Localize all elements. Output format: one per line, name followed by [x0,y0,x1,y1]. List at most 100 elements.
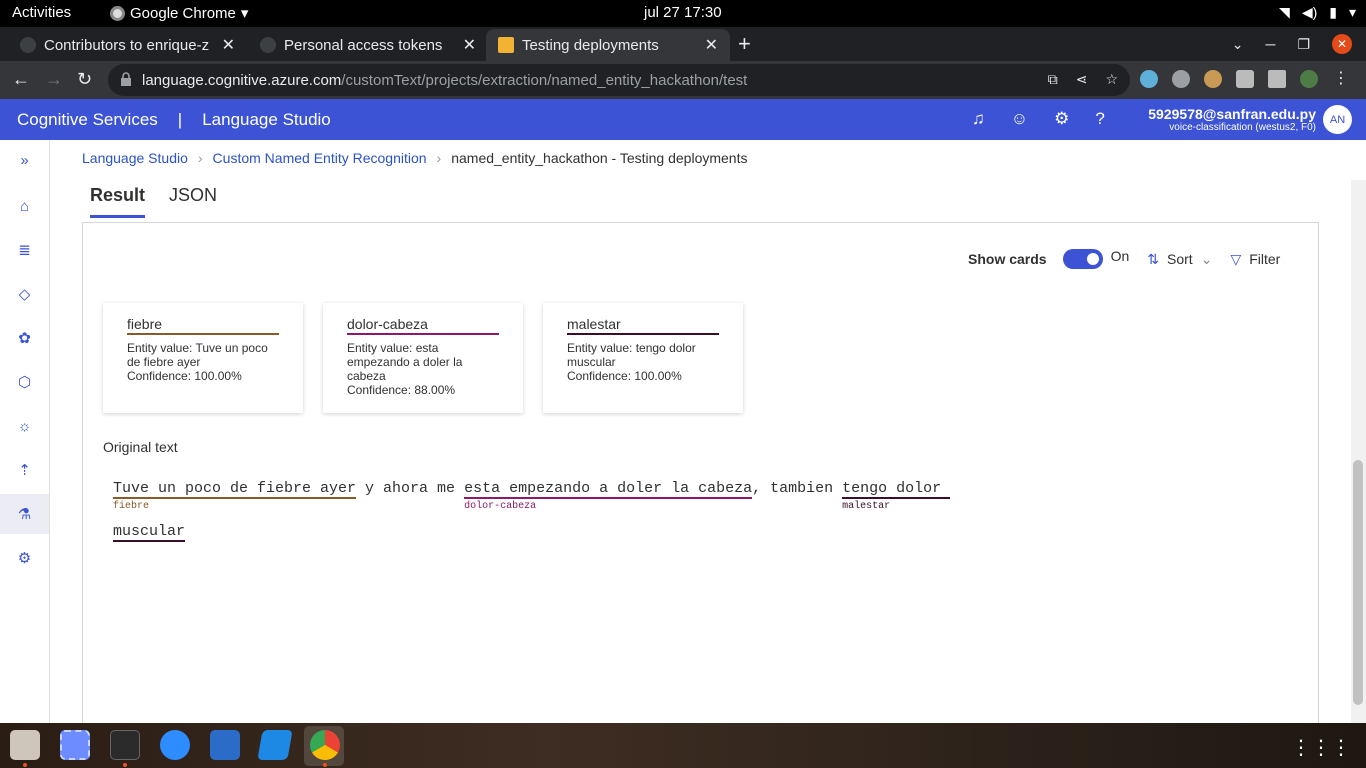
deploy-icon[interactable]: ⇡ [0,450,49,490]
gear-icon[interactable]: ⚙ [1054,109,1069,129]
activities-button[interactable]: Activities [12,4,71,21]
account-email: 5929578@sanfran.edu.py [1148,106,1316,122]
cat-extension-icon[interactable] [1172,70,1190,88]
test-flask-icon[interactable]: ⚗ [0,494,49,534]
entity-span[interactable]: esta empezando a doler la cabeza dolor-ca… [464,480,753,512]
close-icon[interactable]: ✕ [222,35,235,55]
address-bar[interactable]: language.cognitive.azure.com/customText/… [108,64,1130,96]
tab-json[interactable]: JSON [169,185,217,218]
url-text: language.cognitive.azure.com/customText/… [142,72,748,89]
system-tray[interactable]: ◥ ◀) ▮ ▾ [1279,4,1356,21]
entity-span[interactable]: Tuve un poco de fiebre ayer fiebre [113,480,357,512]
clock[interactable]: jul 27 17:30 [644,4,722,21]
smiley-feedback-icon[interactable]: ☺ [1011,109,1028,129]
share-icon[interactable]: ⋖ [1076,71,1088,88]
new-tab-button[interactable]: + [738,31,751,57]
show-cards-toggle[interactable] [1062,249,1103,269]
plain-text: y ahora me [356,480,465,497]
home-icon[interactable]: ⌂ [0,186,49,226]
chrome-menu-icon[interactable]: ⋮ [1332,70,1350,88]
model-cube-icon[interactable]: ⬡ [0,362,49,402]
chrome-icon[interactable] [310,730,340,760]
account-info[interactable]: 5929578@sanfran.edu.py voice-classificat… [1148,106,1316,133]
language-studio-link[interactable]: Language Studio [202,110,331,130]
cognitive-services-link[interactable]: Cognitive Services [17,110,158,130]
wifi-icon: ◥ [1279,4,1290,20]
bookmark-star-icon[interactable]: ☆ [1105,71,1118,88]
app-grid-icon[interactable]: ⋮⋮⋮ [1291,735,1351,760]
maximize-button[interactable]: ❐ [1297,36,1310,53]
app-menu-label: Google Chrome [130,4,236,22]
show-cards-label: Show cards [968,251,1047,267]
chevron-right-icon: › [197,150,203,166]
entity-card: dolor-cabeza Entity value: esta empezand… [323,303,523,413]
settings-icon[interactable]: ⚙ [0,538,49,578]
extensions: ⋮ [1140,70,1350,88]
data-labeling-icon[interactable]: ≣ [0,230,49,270]
reload-button[interactable]: ↻ [77,69,92,90]
volume-icon: ◀) [1301,4,1318,20]
tab-search-icon[interactable]: ⌄ [1232,36,1244,53]
chrome-icon [110,5,125,21]
tab-strip: Contributors to enrique-z ✕ Personal acc… [0,27,1366,61]
entity-confidence: Confidence: 100.00% [127,369,242,383]
translate-icon[interactable]: ⧉ [1048,71,1058,88]
files-icon[interactable] [10,730,40,760]
entity-card: fiebre Entity value: Tuve un poco de fie… [103,303,303,413]
sort-label: Sort [1167,251,1193,267]
page-scrollbar[interactable] [1351,180,1366,723]
screenshot-icon[interactable] [60,730,90,760]
zoom-icon[interactable] [160,730,190,760]
tab-access-tokens[interactable]: Personal access tokens ✕ [240,29,488,61]
profile-avatar-icon[interactable] [1300,70,1318,88]
side-panel-icon[interactable] [1268,70,1286,88]
tab-contributors[interactable]: Contributors to enrique-z ✕ [0,29,247,61]
lock-icon [121,72,131,86]
bell-icon[interactable]: ♫ [972,109,985,129]
account-resource: voice-classification (westus2, F0) [1169,122,1316,133]
face-extension-icon[interactable] [1204,70,1222,88]
react-devtools-icon[interactable] [1140,70,1158,88]
app-menu[interactable]: Google Chrome ▾ [110,4,248,22]
tag-icon[interactable]: ◇ [0,274,49,314]
help-icon[interactable]: ? [1095,109,1104,129]
entity-card: malestar Entity value: tengo dolor muscu… [543,303,743,413]
minimize-button[interactable]: ─ [1266,36,1276,52]
tab-testing-deployments[interactable]: Testing deployments ✕ [486,29,730,61]
breadcrumb-language-studio[interactable]: Language Studio [82,150,188,166]
breadcrumb-custom-ner[interactable]: Custom Named Entity Recognition [213,150,427,166]
system-top-bar: Activities Google Chrome ▾ jul 27 17:30 … [0,0,1366,27]
close-icon[interactable]: ✕ [705,35,718,55]
entity-span[interactable]: muscular [113,523,186,542]
sort-button[interactable]: ⇅ Sort ⌄ [1147,251,1212,268]
filter-button[interactable]: ▽ Filter [1230,251,1280,268]
browser-toolbar: ← → ↻ language.cognitive.azure.com/custo… [0,61,1366,99]
vscode-icon[interactable] [257,730,293,760]
expand-nav-icon[interactable]: » [0,140,49,180]
avatar[interactable]: AN [1323,105,1352,134]
back-button[interactable]: ← [12,69,30,90]
entity-card-body: Entity value: tengo dolor muscular Confi… [567,341,719,383]
close-icon[interactable]: ✕ [463,35,476,55]
text-line: muscular [113,523,186,542]
entity-value: Entity value: tengo dolor muscular [567,341,696,369]
terminal-icon[interactable] [110,730,140,760]
running-indicator [123,763,127,767]
training-icon[interactable]: ✿ [0,318,49,358]
chevron-right-icon: › [436,150,442,166]
window-close-button[interactable]: ✕ [1332,34,1352,54]
breadcrumb: Language Studio › Custom Named Entity Re… [82,150,747,166]
puzzle-extensions-icon[interactable] [1236,70,1254,88]
forward-button[interactable]: → [45,69,63,90]
window-controls: ⌄ ─ ❐ ✕ [1232,27,1366,61]
scrollbar-thumb[interactable] [1353,460,1363,705]
lightbulb-icon[interactable]: ☼ [0,406,49,446]
filter-label: Filter [1249,251,1281,267]
tab-label: Testing deployments [522,36,659,54]
entity-confidence: Confidence: 88.00% [347,383,456,397]
entity-span[interactable]: tengo dolor malestar [842,480,951,512]
tab-result[interactable]: Result [90,185,146,218]
text-editor-icon[interactable] [210,730,240,760]
tab-label: Personal access tokens [284,36,443,54]
github-icon [20,37,36,53]
